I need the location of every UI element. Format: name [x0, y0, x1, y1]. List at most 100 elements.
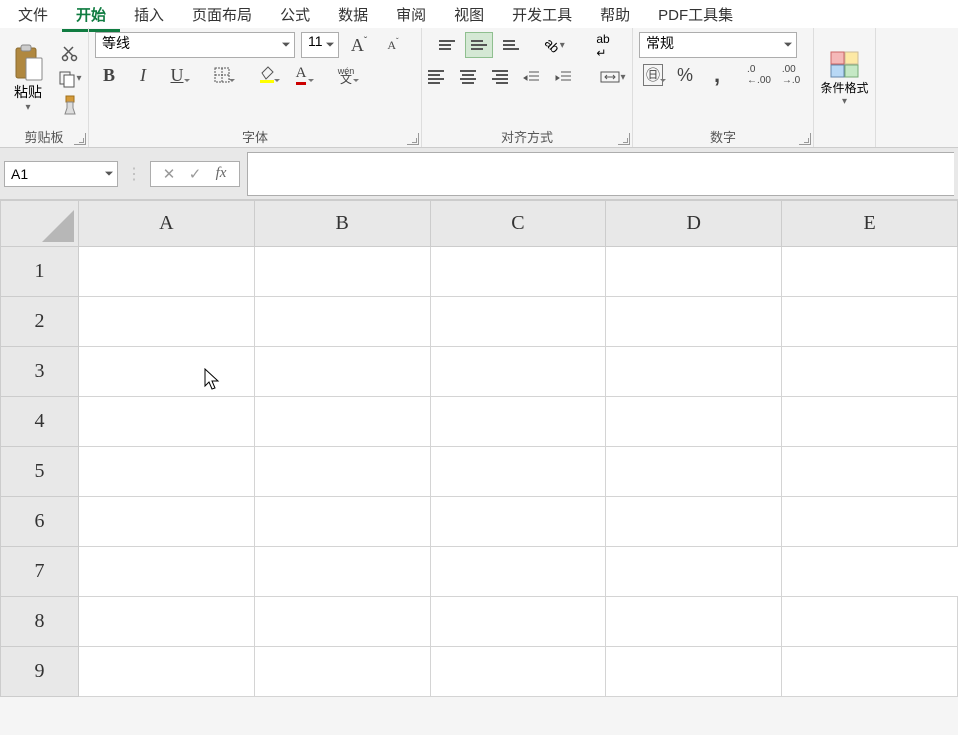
menu-pagelayout[interactable]: 页面布局 [178, 0, 266, 29]
align-bottom-button[interactable] [497, 32, 525, 58]
underline-button[interactable]: U [163, 62, 191, 88]
formatpainter-button[interactable] [58, 94, 82, 116]
align-center-button[interactable] [454, 64, 482, 90]
cell-E1[interactable] [782, 247, 958, 297]
cell-D4[interactable] [606, 397, 782, 447]
dialog-launcher-alignment[interactable] [618, 133, 630, 145]
col-header-B[interactable]: B [254, 201, 430, 247]
cell-C3[interactable] [430, 347, 606, 397]
cell-E4[interactable] [782, 397, 958, 447]
cell-B1[interactable] [254, 247, 430, 297]
row-header-7[interactable]: 7 [1, 547, 79, 597]
cell-E2[interactable] [782, 297, 958, 347]
cell-B6[interactable] [254, 497, 430, 547]
cell-C9[interactable] [430, 647, 606, 697]
row-header-5[interactable]: 5 [1, 447, 79, 497]
cell-A8[interactable] [78, 597, 254, 647]
menu-devtools[interactable]: 开发工具 [498, 0, 586, 29]
cell-E6[interactable] [782, 497, 958, 547]
col-header-A[interactable]: A [78, 201, 254, 247]
cell-B5[interactable] [254, 447, 430, 497]
decrease-indent-button[interactable] [518, 64, 546, 90]
increase-indent-button[interactable] [550, 64, 578, 90]
row-header-9[interactable]: 9 [1, 647, 79, 697]
cell-E3[interactable] [782, 347, 958, 397]
col-header-C[interactable]: C [430, 201, 606, 247]
align-left-button[interactable] [422, 64, 450, 90]
align-top-button[interactable] [433, 32, 461, 58]
cell-E7[interactable] [606, 547, 782, 597]
cell-A4[interactable] [78, 397, 254, 447]
wraptext-button[interactable]: ab↵ [585, 32, 621, 60]
cell-B8[interactable] [254, 597, 430, 647]
menu-file[interactable]: 文件 [4, 0, 62, 29]
number-format-select[interactable]: 常规 [639, 32, 797, 58]
dialog-launcher-font[interactable] [407, 133, 419, 145]
increase-decimal-button[interactable]: .0←.00 [745, 62, 773, 88]
row-header-2[interactable]: 2 [1, 297, 79, 347]
border-button[interactable] [208, 62, 236, 88]
name-box[interactable]: A1 [4, 161, 118, 187]
percent-button[interactable]: % [671, 62, 699, 88]
cancel-formula-button[interactable]: ✕ [159, 165, 179, 183]
c -B7[interactable] [254, 547, 430, 597]
menu-insert[interactable]: 插入 [120, 0, 178, 29]
cell-D6[interactable] [606, 497, 782, 547]
row-header-4[interactable]: 4 [1, 397, 79, 447]
cell-D5[interactable] [606, 447, 782, 497]
cell-C6[interactable] [430, 497, 606, 547]
cell-D9[interactable] [606, 647, 782, 697]
row-header-3[interactable]: 3 [1, 347, 79, 397]
decrease-decimal-button[interactable]: .00→.0 [777, 62, 805, 88]
cell-A9[interactable] [78, 647, 254, 697]
fx-button[interactable]: fx [211, 165, 231, 182]
accept-formula-button[interactable]: ✓ [185, 165, 205, 183]
menu-data[interactable]: 数据 [324, 0, 382, 29]
cell-B3[interactable] [254, 347, 430, 397]
dialog-launcher-clipboard[interactable] [74, 133, 86, 145]
cell-A3[interactable] [78, 347, 254, 397]
increase-font-button[interactable]: Aˇ [345, 32, 373, 58]
italic-button[interactable]: I [129, 62, 157, 88]
fontcolor-button[interactable]: A [287, 62, 315, 88]
cell-D3[interactable] [606, 347, 782, 397]
cell-C2[interactable] [430, 297, 606, 347]
dialog-launcher-number[interactable] [799, 133, 811, 145]
merge-button[interactable]: ▾ [594, 64, 632, 90]
cell-C5[interactable] [430, 447, 606, 497]
menu-pdftools[interactable]: PDF工具集 [644, 0, 747, 29]
menu-formulas[interactable]: 公式 [266, 0, 324, 29]
cell-C8[interactable] [430, 597, 606, 647]
cell-A1[interactable] [78, 247, 254, 297]
cut-button[interactable] [58, 42, 82, 64]
menu-help[interactable]: 帮助 [586, 0, 644, 29]
formula-input[interactable] [247, 152, 954, 196]
cell-D8[interactable] [606, 597, 782, 647]
select-all-corner[interactable] [1, 201, 79, 247]
orientation-button[interactable]: ab▾ [541, 32, 569, 58]
cell-D7[interactable] [430, 547, 606, 597]
cell-B9[interactable] [254, 647, 430, 697]
cell-E9[interactable] [782, 647, 958, 697]
conditional-format-button[interactable]: 条件格式 ▾ [817, 51, 873, 107]
copy-button[interactable]: ▾ [58, 68, 82, 90]
cell-A7[interactable] [78, 547, 254, 597]
cell-B4[interactable] [254, 397, 430, 447]
row-header-8[interactable]: 8 [1, 597, 79, 647]
cell-C4[interactable] [430, 397, 606, 447]
cell-E8[interactable] [782, 597, 958, 647]
accounting-button[interactable]: ㊐ [639, 62, 667, 88]
paste-button[interactable]: 粘贴 ▾ [6, 44, 50, 113]
align-right-button[interactable] [486, 64, 514, 90]
col-header-D[interactable]: D [606, 201, 782, 247]
row-header-1[interactable]: 1 [1, 247, 79, 297]
cell-D2[interactable] [606, 297, 782, 347]
font-size-select[interactable]: 11 [301, 32, 339, 58]
decrease-font-button[interactable]: Aˇ [379, 32, 407, 58]
cell-C1[interactable] [430, 247, 606, 297]
menu-view[interactable]: 视图 [440, 0, 498, 29]
comma-button[interactable]: , [703, 62, 731, 88]
cell-B2[interactable] [254, 297, 430, 347]
fillcolor-button[interactable] [253, 62, 281, 88]
cell-A5[interactable] [78, 447, 254, 497]
